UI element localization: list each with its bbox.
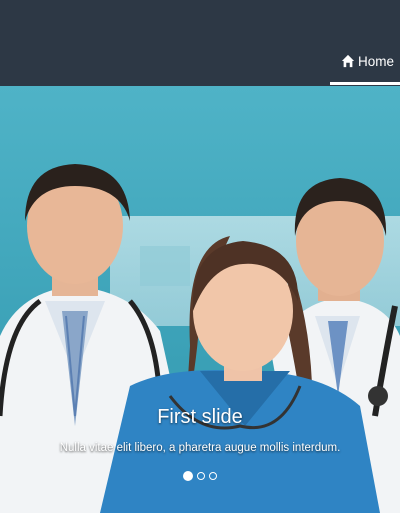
carousel-indicators: [0, 471, 400, 481]
nav-home-label: Home: [357, 53, 394, 69]
hero-carousel[interactable]: First slide Nulla vitae elit libero, a p…: [0, 86, 400, 513]
carousel-indicator-1[interactable]: [183, 471, 193, 481]
home-icon: [341, 54, 355, 68]
carousel-indicator-2[interactable]: [197, 472, 205, 480]
top-navbar: Home: [0, 0, 400, 86]
nav-active-underline: [330, 82, 400, 85]
carousel-indicator-3[interactable]: [209, 472, 217, 480]
slide-caption: Nulla vitae elit libero, a pharetra augu…: [59, 442, 341, 454]
nav-home-link[interactable]: Home: [341, 51, 394, 71]
slide-title: First slide: [157, 406, 243, 428]
